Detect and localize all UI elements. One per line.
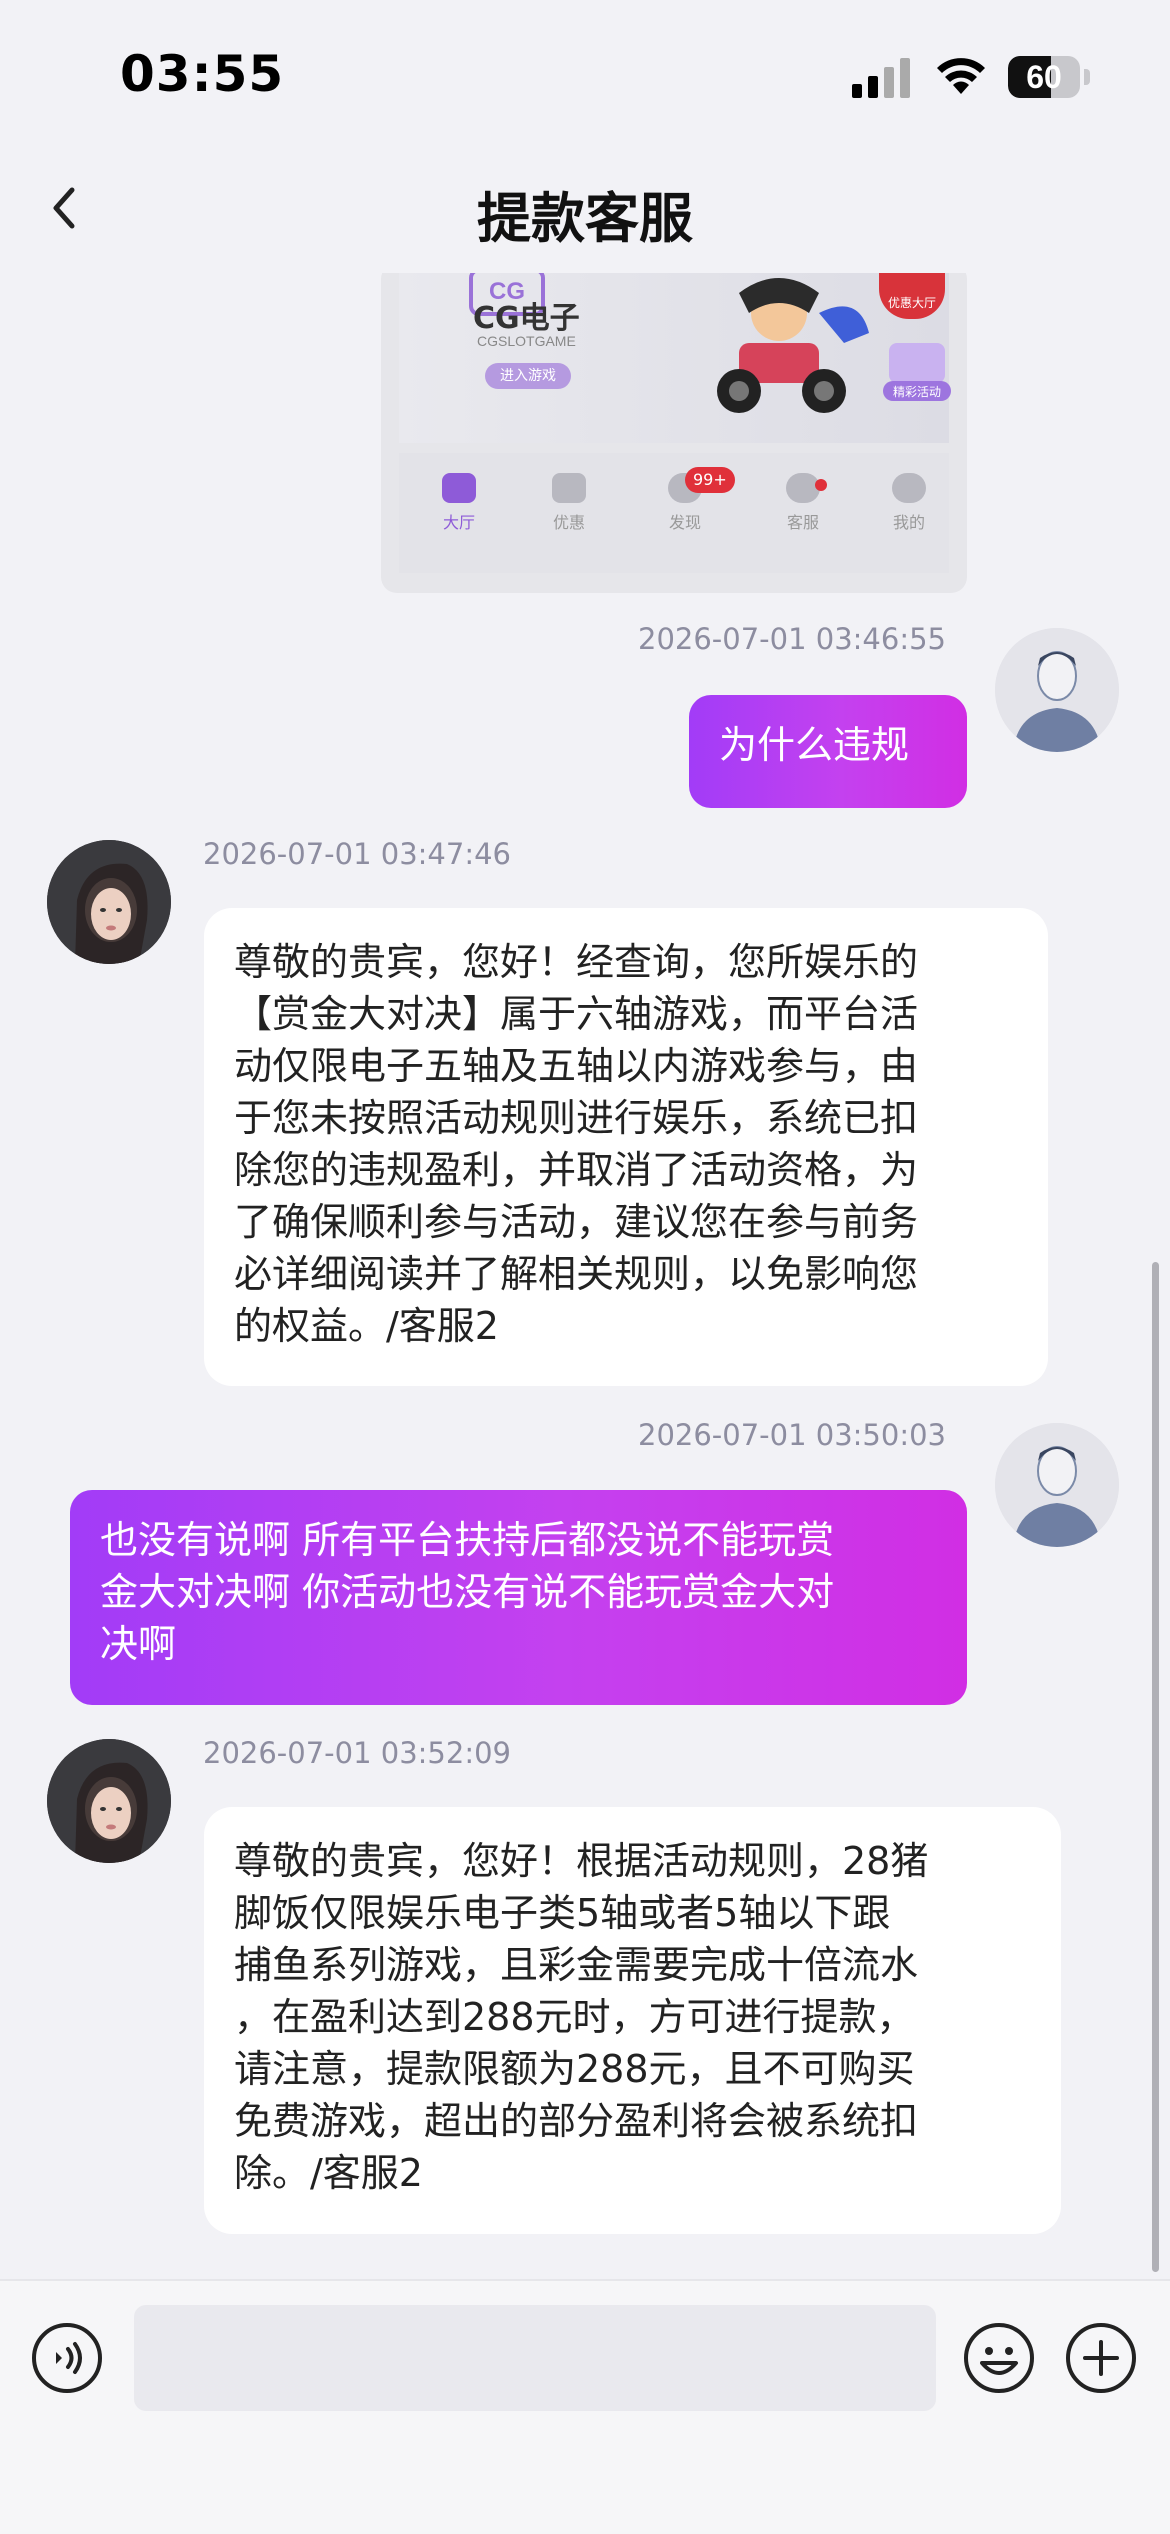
- message-line: 尊敬的贵宾，您好！经查询，您所娱乐的: [234, 940, 919, 984]
- voice-icon[interactable]: [30, 2321, 104, 2395]
- message-bubble-agent[interactable]: 尊敬的贵宾，您好！经查询，您所娱乐的 【赏金大对决】属于六轴游戏，而平台活 动仅…: [204, 908, 1048, 1386]
- nav-bar: 提款客服: [0, 150, 1170, 273]
- message-input[interactable]: [134, 2305, 936, 2411]
- scrollbar[interactable]: [1152, 1262, 1159, 2272]
- shared-image-promo: 优惠大厅: [879, 273, 945, 319]
- message-line: 必详细阅读并了解相关规则，以免影响您: [234, 1252, 919, 1296]
- message-line: 请注意，提款限额为288元，且不可购买: [234, 2047, 915, 2091]
- message-line: 免费游戏，超出的部分盈利将会被系统扣: [234, 2099, 919, 2143]
- shared-tab-offers: 优惠: [529, 473, 609, 533]
- cellular-signal-icon: [852, 58, 910, 98]
- shared-tab-label: 发现: [668, 513, 701, 532]
- status-time: 03:55: [120, 45, 285, 103]
- shared-image[interactable]: CG CG电子 CGSLOTGAME 进入游戏 优惠大厅 精彩活动 大厅 优惠: [381, 273, 967, 593]
- shared-image-banner: CG CG电子 CGSLOTGAME 进入游戏 优惠大厅 精彩活动: [399, 273, 951, 443]
- message-line: 尊敬的贵宾，您好！根据活动规则，28猪: [234, 1839, 929, 1883]
- shared-tab-discover: 发现 99+: [645, 467, 735, 533]
- message-line: 金大对决啊 你活动也没有说不能玩赏金大对: [100, 1570, 835, 1614]
- shared-tab-badge: 99+: [685, 467, 735, 493]
- message-line: 动仅限电子五轴及五轴以内游戏参与，由: [234, 1044, 919, 1088]
- message-timestamp: 2026-07-01 03:50:03: [638, 1418, 946, 1452]
- emoji-icon[interactable]: [962, 2321, 1036, 2395]
- message-line: 捕鱼系列游戏，且彩金需要完成十倍流水: [234, 1943, 919, 1987]
- shared-image-subtitle: CGSLOTGAME: [477, 333, 576, 349]
- shared-tab-service: 客服: [763, 473, 843, 533]
- shared-tab-label: 我的: [892, 513, 925, 532]
- wifi-icon: [937, 58, 985, 94]
- message-text: 为什么违规: [719, 723, 910, 767]
- notification-dot: [815, 479, 827, 491]
- battery-level: 60: [1026, 59, 1062, 95]
- message-line: 脚饭仅限娱乐电子类5轴或者5轴以下跟: [234, 1891, 891, 1935]
- message-line: 除。/客服2: [234, 2151, 423, 2195]
- shared-tab-label: 大厅: [442, 513, 475, 532]
- shared-image-tabbar: 大厅 优惠 发现 99+ 客服 我的: [399, 453, 949, 573]
- message-line: 决啊: [100, 1622, 177, 1666]
- agent-avatar[interactable]: [47, 840, 171, 964]
- plus-icon[interactable]: [1064, 2321, 1138, 2395]
- message-line: 的权益。/客服2: [234, 1304, 499, 1348]
- shared-tab-label: 优惠: [552, 513, 585, 532]
- message-bubble-agent[interactable]: 尊敬的贵宾，您好！根据活动规则，28猪 脚饭仅限娱乐电子类5轴或者5轴以下跟 捕…: [204, 1807, 1061, 2234]
- gift-icon: 精彩活动: [883, 343, 951, 401]
- message-line: 除您的违规盈利，并取消了活动资格，为: [234, 1148, 919, 1192]
- message-bubble-user[interactable]: 也没有说啊 所有平台扶持后都没说不能玩赏 金大对决啊 你活动也没有说不能玩赏金大…: [70, 1490, 967, 1705]
- shared-image-enter: 进入游戏: [485, 363, 571, 389]
- message-timestamp: 2026-07-01 03:46:55: [638, 622, 946, 656]
- shared-tab-me: 我的: [869, 473, 949, 533]
- status-bar: 03:55 60: [0, 0, 1170, 150]
- battery-icon: 60: [1008, 56, 1090, 98]
- input-bar: [0, 2279, 1170, 2534]
- message-line: 【赏金大对决】属于六轴游戏，而平台活: [234, 992, 919, 1036]
- message-bubble-user[interactable]: 为什么违规: [689, 695, 967, 808]
- game-character-art: [717, 278, 869, 413]
- shared-tab-lobby: 大厅: [419, 473, 499, 533]
- message-line: 于您未按照活动规则进行娱乐，系统已扣: [234, 1096, 919, 1140]
- shared-tab-label: 客服: [786, 513, 819, 532]
- message-line: ，在盈利达到288元时，方可进行提款，: [234, 1995, 915, 2039]
- shared-image-activity: 精彩活动: [893, 385, 941, 399]
- message-line: 也没有说啊 所有平台扶持后都没说不能玩赏: [100, 1518, 835, 1562]
- message-line: 了确保顺利参与活动，建议您在参与前务: [234, 1200, 919, 1244]
- user-avatar[interactable]: [995, 628, 1119, 752]
- agent-avatar[interactable]: [47, 1739, 171, 1863]
- chat-list[interactable]: CG CG电子 CGSLOTGAME 进入游戏 优惠大厅 精彩活动 大厅 优惠: [0, 273, 1170, 2279]
- page-title: 提款客服: [477, 187, 693, 250]
- user-avatar[interactable]: [995, 1423, 1119, 1547]
- shared-image-brand: CG电子: [473, 301, 580, 336]
- message-timestamp: 2026-07-01 03:47:46: [203, 837, 511, 871]
- message-timestamp: 2026-07-01 03:52:09: [203, 1736, 511, 1770]
